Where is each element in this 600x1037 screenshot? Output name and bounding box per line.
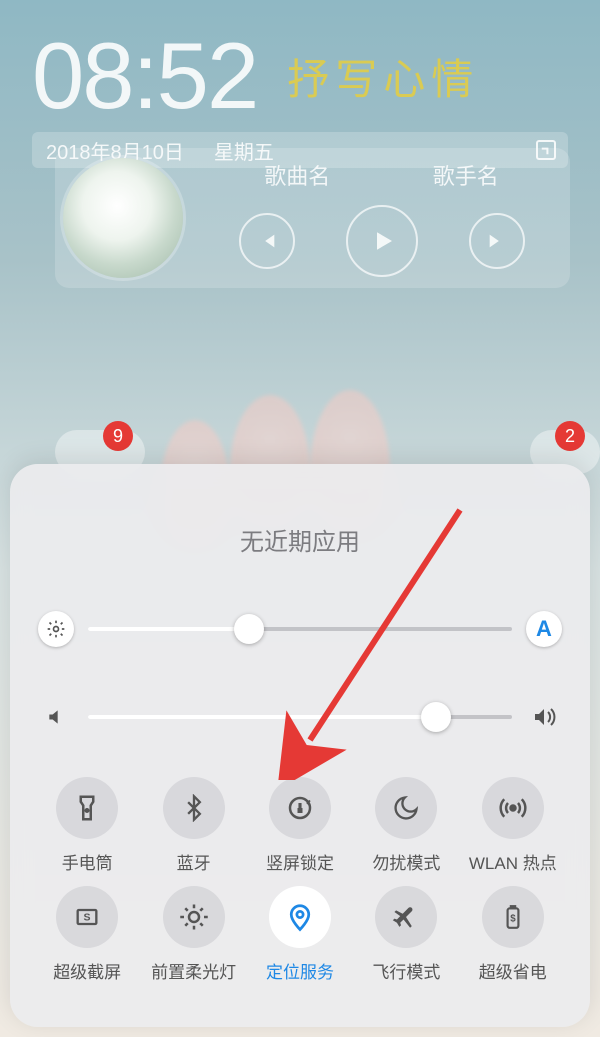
artist-name-label: 歌手名 [433, 159, 499, 191]
volume-slider-row [38, 699, 562, 735]
bluetooth-icon [180, 794, 208, 822]
settings-gear-icon[interactable] [38, 611, 74, 647]
rotation-lock-toggle[interactable]: 竖屏锁定 [251, 777, 349, 874]
volume-slider[interactable] [88, 715, 512, 719]
bluetooth-toggle[interactable]: 蓝牙 [144, 777, 242, 874]
toggle-label: 飞行模式 [372, 958, 440, 983]
song-name-label: 歌曲名 [264, 159, 330, 191]
fill-light-toggle[interactable]: 前置柔光灯 [144, 886, 242, 983]
brightness-slider[interactable] [88, 627, 512, 631]
moon-icon [392, 794, 420, 822]
volume-low-icon [38, 699, 74, 735]
location-toggle[interactable]: 定位服务 [251, 886, 349, 983]
dnd-toggle[interactable]: 勿扰模式 [357, 777, 455, 874]
volume-high-icon [526, 699, 562, 735]
clock-time: 08:52 [32, 22, 257, 130]
flashlight-icon [72, 793, 102, 823]
toggle-label: 超级截屏 [53, 958, 121, 983]
svg-text:S: S [84, 912, 91, 924]
next-track-button[interactable] [469, 213, 525, 269]
album-art[interactable] [63, 158, 183, 278]
toggle-label: 定位服务 [266, 958, 334, 983]
airplane-icon [392, 903, 420, 931]
toggle-label: 蓝牙 [177, 849, 211, 874]
slider-knob[interactable] [234, 614, 264, 644]
prev-track-button[interactable] [239, 213, 295, 269]
flashlight-toggle[interactable]: 手电筒 [38, 777, 136, 874]
quick-toggle-grid: 手电筒 蓝牙 竖屏锁定 勿扰模式 WLAN 热点 S 超级截屏 前置柔光灯 定位 [38, 777, 562, 983]
airplane-toggle[interactable]: 飞行模式 [357, 886, 455, 983]
brightness-slider-row: A [38, 611, 562, 647]
toggle-label: 超级省电 [479, 958, 547, 983]
hotspot-icon [498, 793, 528, 823]
mood-text[interactable]: 抒写心情 [287, 46, 479, 107]
auto-brightness-toggle[interactable]: A [526, 611, 562, 647]
toggle-label: 前置柔光灯 [151, 958, 236, 983]
toggle-label: 勿扰模式 [372, 849, 440, 874]
slider-knob[interactable] [421, 702, 451, 732]
clock-widget: 08:52 抒写心情 2018年8月10日 星期五 [32, 22, 568, 168]
location-pin-icon [285, 902, 315, 932]
toggle-label: WLAN 热点 [469, 849, 557, 874]
music-widget[interactable]: 歌曲名 歌手名 [55, 148, 570, 288]
rotation-lock-icon [285, 793, 315, 823]
notification-badge: 9 [103, 421, 133, 451]
battery-icon: $ [500, 902, 526, 932]
sun-icon [179, 902, 209, 932]
play-button[interactable] [346, 205, 418, 277]
battery-saver-toggle[interactable]: $ 超级省电 [464, 886, 562, 983]
toggle-label: 手电筒 [62, 849, 113, 874]
screenshot-toggle[interactable]: S 超级截屏 [38, 886, 136, 983]
svg-text:$: $ [510, 913, 516, 924]
hotspot-toggle[interactable]: WLAN 热点 [464, 777, 562, 874]
screenshot-icon: S [73, 903, 101, 931]
recent-apps-title: 无近期应用 [38, 522, 562, 557]
notification-badge: 2 [555, 421, 585, 451]
toggle-label: 竖屏锁定 [266, 849, 334, 874]
control-center-panel: 无近期应用 A 手电筒 蓝牙 [10, 464, 590, 1027]
